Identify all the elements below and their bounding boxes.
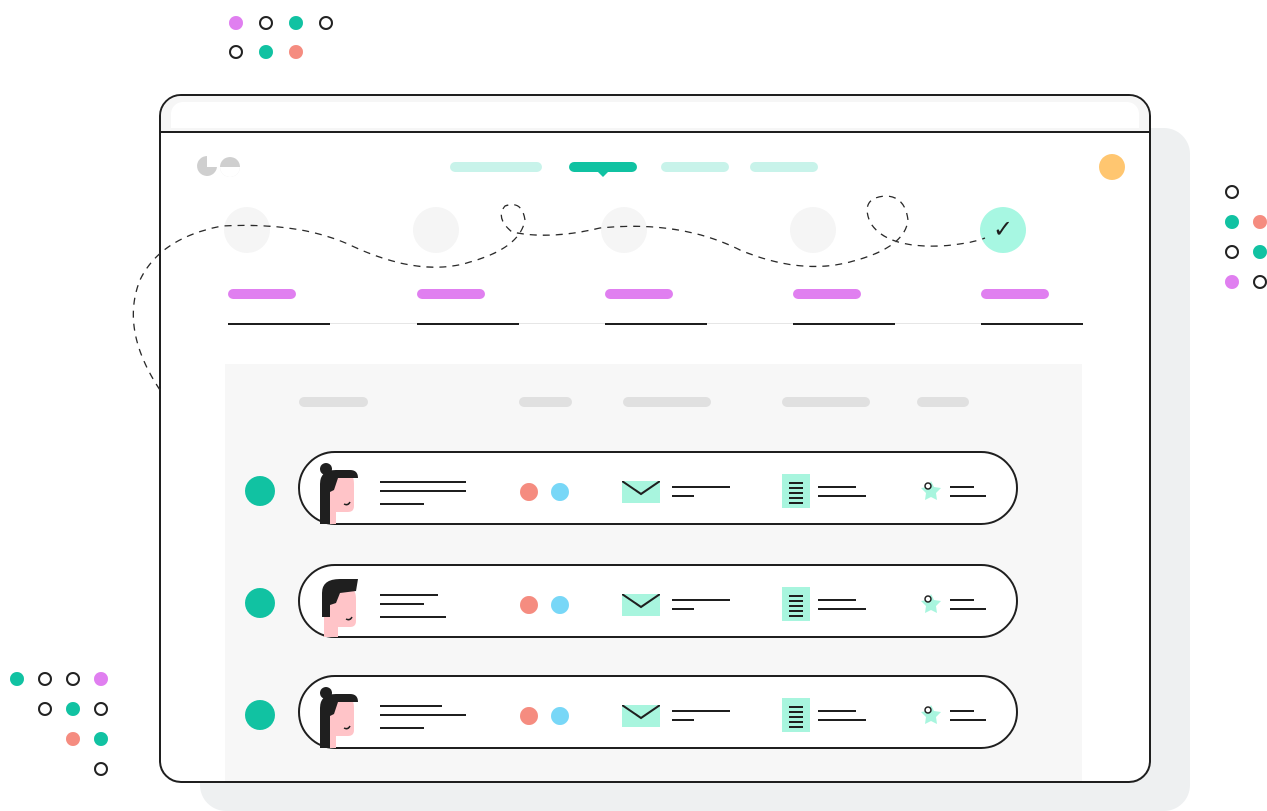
dashed-path-decoration bbox=[132, 195, 986, 391]
